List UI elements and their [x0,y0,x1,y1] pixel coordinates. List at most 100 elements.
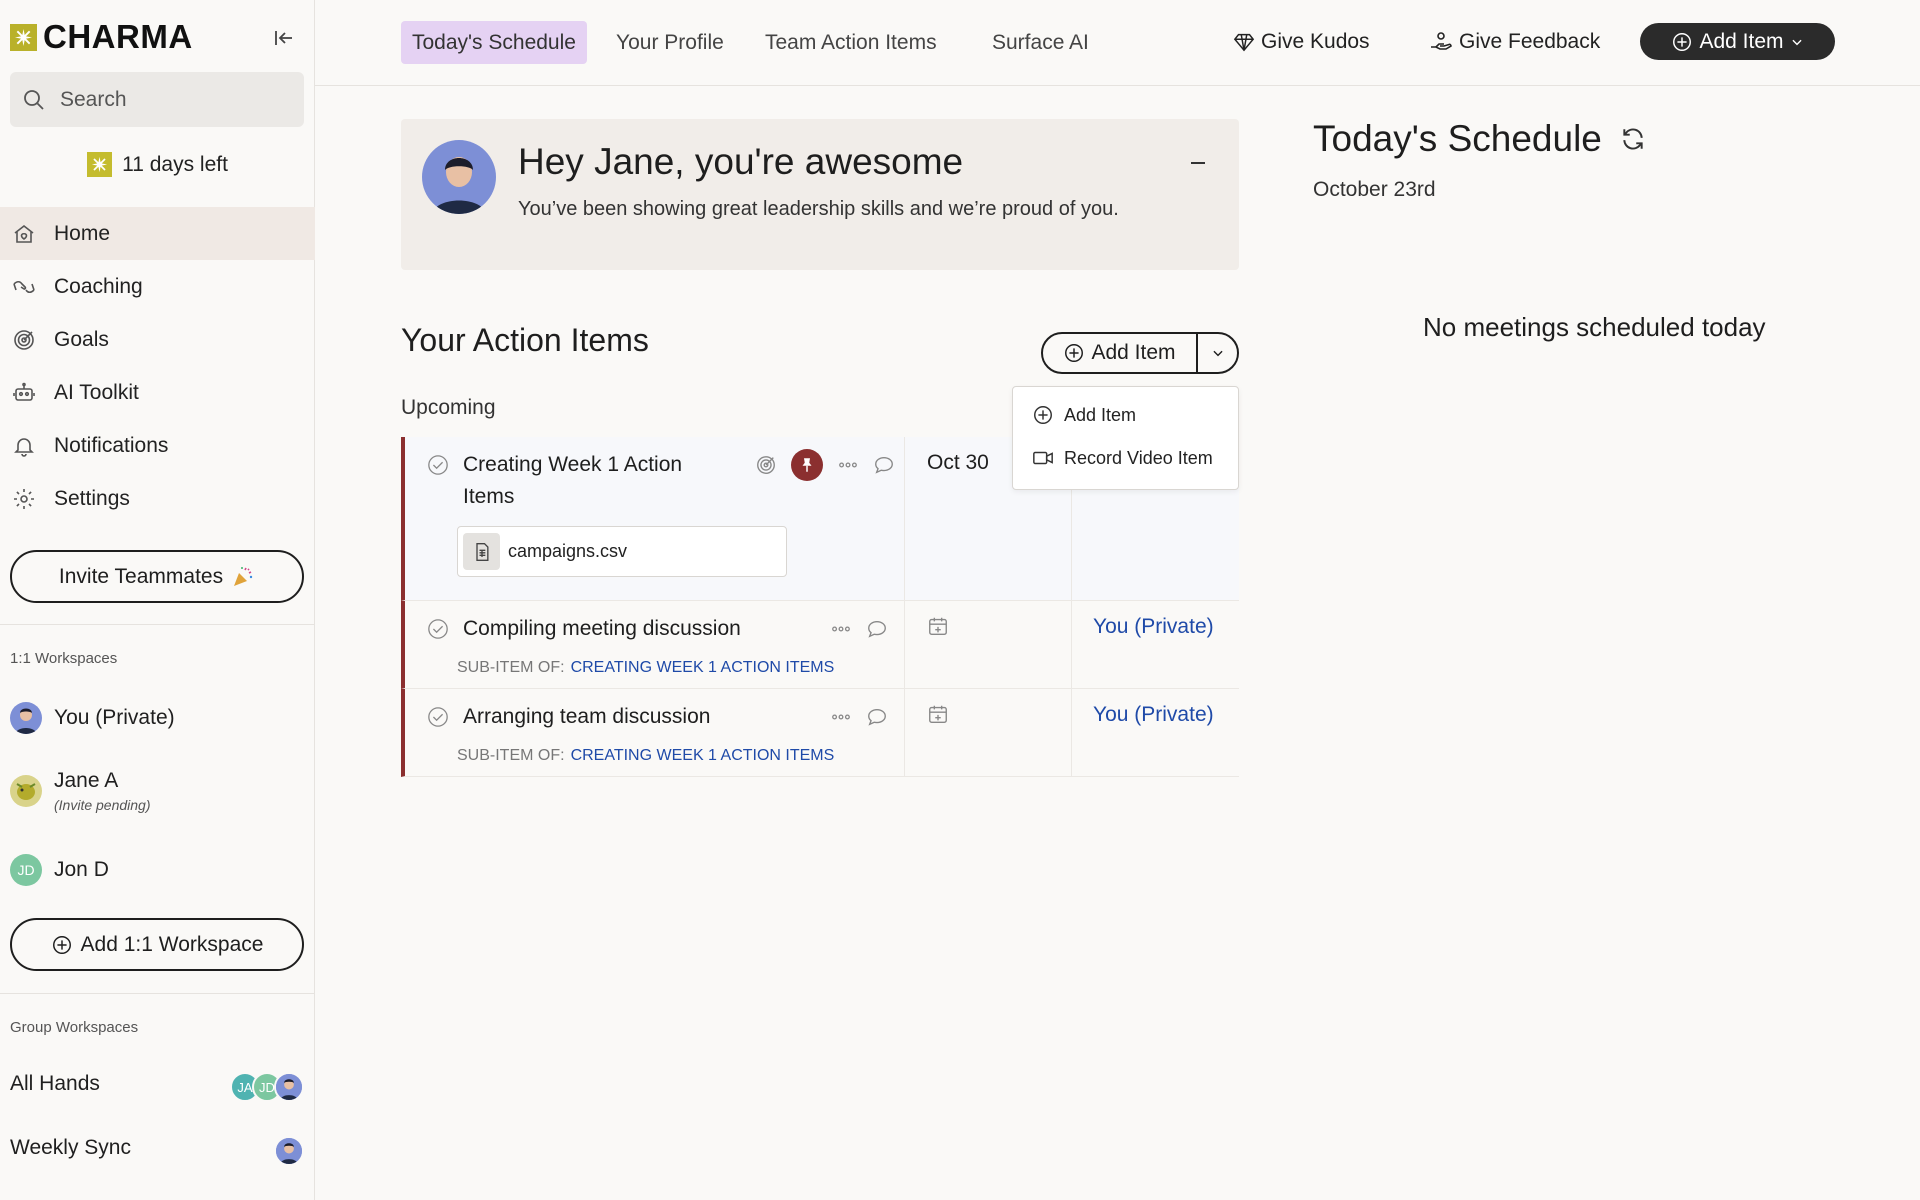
action-item-title[interactable]: Arranging team discussion [463,701,710,733]
nav-item-settings[interactable]: Settings [0,472,315,525]
more-options-icon[interactable] [837,454,859,476]
nav-item-ai-toolkit[interactable]: AI Toolkit [0,366,315,419]
menu-item-add-item[interactable]: Add Item [1032,404,1136,426]
bell-icon [12,434,36,458]
add-item-button[interactable]: Add Item [1043,334,1198,372]
search-box[interactable] [10,72,304,127]
invite-pending-note: (Invite pending) [54,797,151,813]
action-item-title[interactable]: Creating Week 1 Action Items [463,449,682,513]
add-item-label: Add Item [1091,341,1176,364]
invite-teammates-button[interactable]: Invite Teammates [10,550,304,603]
home-icon [12,222,36,246]
charma-logo-icon [10,23,37,51]
give-kudos-button[interactable]: Give Kudos [1233,24,1370,60]
main-nav: Home Coaching Goals AI Toolkit Notificat… [0,207,315,525]
parent-item-link[interactable]: CREATING WEEK 1 ACTION ITEMS [571,747,835,764]
add-workspace-button[interactable]: Add 1:1 Workspace [10,918,304,971]
pin-icon[interactable] [791,449,823,481]
add-item-label: Add Item [1699,29,1784,53]
add-item-dropdown-toggle[interactable] [1198,334,1237,372]
menu-item-label: Record Video Item [1064,447,1213,468]
attachment-chip[interactable]: campaigns.csv [457,526,787,577]
brand-logo[interactable]: CHARMA [10,20,193,54]
row-actions [830,618,888,640]
complete-check-icon[interactable] [427,618,449,640]
plus-circle-icon [1032,404,1054,426]
complete-check-icon[interactable] [427,454,449,476]
plus-circle-icon [1671,31,1693,53]
table-row[interactable]: Compiling meeting discussion SUB-ITEM OF… [401,601,1239,689]
nav-item-notifications[interactable]: Notifications [0,419,315,472]
avatar [274,1072,304,1102]
one-on-one-section-label: 1:1 Workspaces [10,650,118,667]
nav-item-label: Notifications [54,433,169,457]
workspace-jane-a[interactable]: Jane A (Invite pending) [10,769,305,813]
plus-circle-icon [51,934,73,956]
workspace-name: You (Private) [54,706,175,729]
kudos-message: You’ve been showing great leadership ski… [518,198,1119,220]
video-camera-icon [1032,447,1054,469]
sub-item-of: SUB-ITEM OF: CREATING WEEK 1 ACTION ITEMS [457,747,834,765]
comment-icon[interactable] [866,706,888,728]
sub-item-label: SUB-ITEM OF: [457,747,565,764]
workspace-name: Weekly Sync [10,1136,131,1159]
nav-item-label: Home [54,221,111,245]
avatar [10,775,42,807]
sidebar-divider [0,624,315,625]
upcoming-group-label: Upcoming [401,396,496,419]
tab-todays-schedule[interactable]: Today's Schedule [401,21,587,64]
calendar-add-icon[interactable] [927,615,949,637]
weekly-sync-members [274,1136,304,1166]
table-row[interactable]: Arranging team discussion SUB-ITEM OF: CR… [401,689,1239,777]
plus-circle-icon [1063,342,1085,364]
nav-item-goals[interactable]: Goals [0,313,315,366]
more-options-icon[interactable] [830,618,852,640]
tab-surface-ai[interactable]: Surface AI [981,21,1100,64]
chevron-down-icon [1790,35,1804,49]
search-icon [22,88,46,112]
calendar-add-icon[interactable] [927,703,949,725]
complete-check-icon[interactable] [427,706,449,728]
more-options-icon[interactable] [830,706,852,728]
nav-item-home[interactable]: Home [0,207,315,260]
column-divider [904,437,905,600]
chevron-down-icon [1211,346,1225,360]
nav-item-label: Coaching [54,274,143,298]
give-feedback-button[interactable]: Give Feedback [1429,24,1600,60]
action-item-title[interactable]: Compiling meeting discussion [463,613,741,645]
column-divider [904,601,905,688]
tab-your-profile[interactable]: Your Profile [605,21,735,64]
menu-item-record-video[interactable]: Record Video Item [1032,447,1213,469]
workspace-name: All Hands [10,1072,100,1095]
minimize-icon[interactable] [1186,151,1210,175]
search-input[interactable] [60,87,280,112]
owner-link[interactable]: You (Private) [1093,615,1214,639]
workspace-weekly-sync[interactable]: Weekly Sync [10,1136,305,1160]
robot-icon [12,381,36,405]
avatar [274,1136,304,1166]
add-item-top-button[interactable]: Add Item [1640,23,1835,60]
nav-item-coaching[interactable]: Coaching [0,260,315,313]
sidebar: CHARMA 11 days left Home Coaching [0,0,315,1200]
trial-banner: 11 days left [0,152,315,177]
party-popper-icon [231,565,255,589]
tab-team-action-items[interactable]: Team Action Items [754,21,948,64]
give-kudos-label: Give Kudos [1261,30,1370,53]
workspace-you-private[interactable]: You (Private) [10,702,305,734]
avatar [422,140,496,214]
add-item-dropdown-menu: Add Item Record Video Item [1012,386,1239,490]
goal-target-icon[interactable] [755,454,777,476]
comment-icon[interactable] [866,618,888,640]
column-divider [904,689,905,776]
workspace-jon-d[interactable]: JD Jon D [10,854,305,886]
owner-link[interactable]: You (Private) [1093,703,1214,727]
due-date[interactable]: Oct 30 [927,451,989,475]
diamond-icon [1233,31,1255,53]
comment-icon[interactable] [873,454,895,476]
refresh-icon[interactable] [1620,126,1646,152]
parent-item-link[interactable]: CREATING WEEK 1 ACTION ITEMS [571,659,835,676]
collapse-sidebar-icon[interactable] [272,26,296,50]
sub-item-of: SUB-ITEM OF: CREATING WEEK 1 ACTION ITEMS [457,659,834,677]
invite-teammates-label: Invite Teammates [58,564,224,588]
sub-item-label: SUB-ITEM OF: [457,659,565,676]
